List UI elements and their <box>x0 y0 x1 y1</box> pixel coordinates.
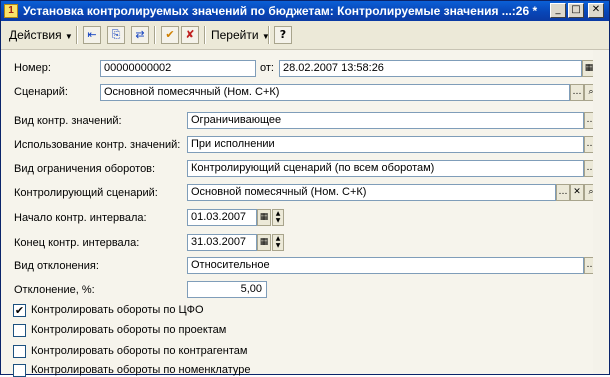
window-title: Установка контролируемых значений по бюд… <box>23 4 538 18</box>
calendar-icon[interactable]: ▦ <box>257 234 271 251</box>
document-window: 1 Установка контролируемых значений по б… <box>0 0 610 377</box>
scenario-label: Сценарий: <box>14 86 68 98</box>
close-button[interactable]: ✕ <box>588 3 604 18</box>
control-scenario-field[interactable]: Основной помесячный (Ном. С+К) <box>187 184 556 201</box>
date-field[interactable]: 28.02.2007 13:58:26 <box>279 60 582 77</box>
select-button[interactable]: … <box>556 184 570 201</box>
projects-checkbox[interactable] <box>13 324 26 337</box>
deviation-label: Отклонение, %: <box>14 284 95 296</box>
unpost-document-icon[interactable]: ✘ <box>181 26 199 44</box>
number-label: Номер: <box>14 62 51 74</box>
cfo-checkbox[interactable]: ✔ <box>13 304 26 317</box>
document-icon: 1 <box>4 4 18 18</box>
toolbar-separator <box>76 26 78 44</box>
document-form: Номер: 00000000002 от: 28.02.2007 13:58:… <box>1 50 609 377</box>
goto-menu[interactable]: Перейти ▼ <box>211 25 270 45</box>
cfo-checkbox-label[interactable]: Контролировать обороты по ЦФО <box>31 304 204 316</box>
title-bar[interactable]: 1 Установка контролируемых значений по б… <box>1 1 609 21</box>
calendar-icon[interactable]: ▦ <box>257 209 271 226</box>
select-button[interactable]: … <box>570 84 584 101</box>
control-type-label: Вид контр. значений: <box>14 115 122 127</box>
spin-button[interactable]: ▲ ▼ <box>272 209 284 226</box>
control-type-field[interactable]: Ограничивающее <box>187 112 584 129</box>
actions-menu-label: Действия <box>9 28 62 42</box>
toolbar-separator <box>268 26 270 44</box>
projects-checkbox-label[interactable]: Контролировать обороты по проектам <box>31 324 226 336</box>
dropdown-arrow-icon: ▼ <box>64 32 73 41</box>
turnover-limit-field[interactable]: Контролирующий сценарий (по всем оборота… <box>187 160 584 177</box>
deviation-type-field[interactable]: Относительное <box>187 257 584 274</box>
interval-start-label: Начало контр. интервала: <box>14 212 147 224</box>
usage-label: Использование контр. значений: <box>14 139 181 151</box>
arrow-left-icon[interactable]: ⇤ <box>83 26 101 44</box>
interval-end-label: Конец контр. интервала: <box>14 237 140 249</box>
toolbar: Действия ▼ ⇤ ⎘ ⇄ ✔ ✘ Перейти ▼ ? <box>1 21 609 50</box>
control-scenario-label: Контролирующий сценарий: <box>14 187 158 199</box>
help-button[interactable]: ? <box>274 26 292 44</box>
deviation-type-label: Вид отклонения: <box>14 260 99 272</box>
date-label: от: <box>260 62 274 74</box>
clear-icon[interactable]: ✕ <box>570 184 584 201</box>
usage-field[interactable]: При исполнении <box>187 136 584 153</box>
copy-icon[interactable]: ⎘ <box>107 26 125 44</box>
scenario-field[interactable]: Основной помесячный (Ном. С+К) <box>100 84 570 101</box>
spin-button[interactable]: ▲ ▼ <box>272 234 284 251</box>
toolbar-separator <box>154 26 156 44</box>
interval-start-field[interactable]: 01.03.2007 <box>187 209 257 226</box>
maximize-button[interactable]: □ <box>568 3 584 18</box>
deviation-field[interactable]: 5,00 <box>187 281 267 298</box>
turnover-limit-label: Вид ограничения оборотов: <box>14 163 156 175</box>
interval-end-field[interactable]: 31.03.2007 <box>187 234 257 251</box>
number-field[interactable]: 00000000002 <box>100 60 256 77</box>
nomenclature-checkbox[interactable] <box>13 364 26 377</box>
refresh-icon[interactable]: ⇄ <box>131 26 149 44</box>
nomenclature-checkbox-label[interactable]: Контролировать обороты по номенклатуре <box>31 364 250 376</box>
contractors-checkbox-label[interactable]: Контролировать обороты по контрагентам <box>31 345 247 357</box>
minimize-button[interactable]: _ <box>550 3 566 18</box>
contractors-checkbox[interactable] <box>13 345 26 358</box>
toolbar-separator <box>204 26 206 44</box>
goto-menu-label: Перейти <box>211 28 259 42</box>
actions-menu[interactable]: Действия ▼ <box>9 25 73 45</box>
vertical-scrollbar[interactable] <box>593 50 608 374</box>
post-document-icon[interactable]: ✔ <box>161 26 179 44</box>
